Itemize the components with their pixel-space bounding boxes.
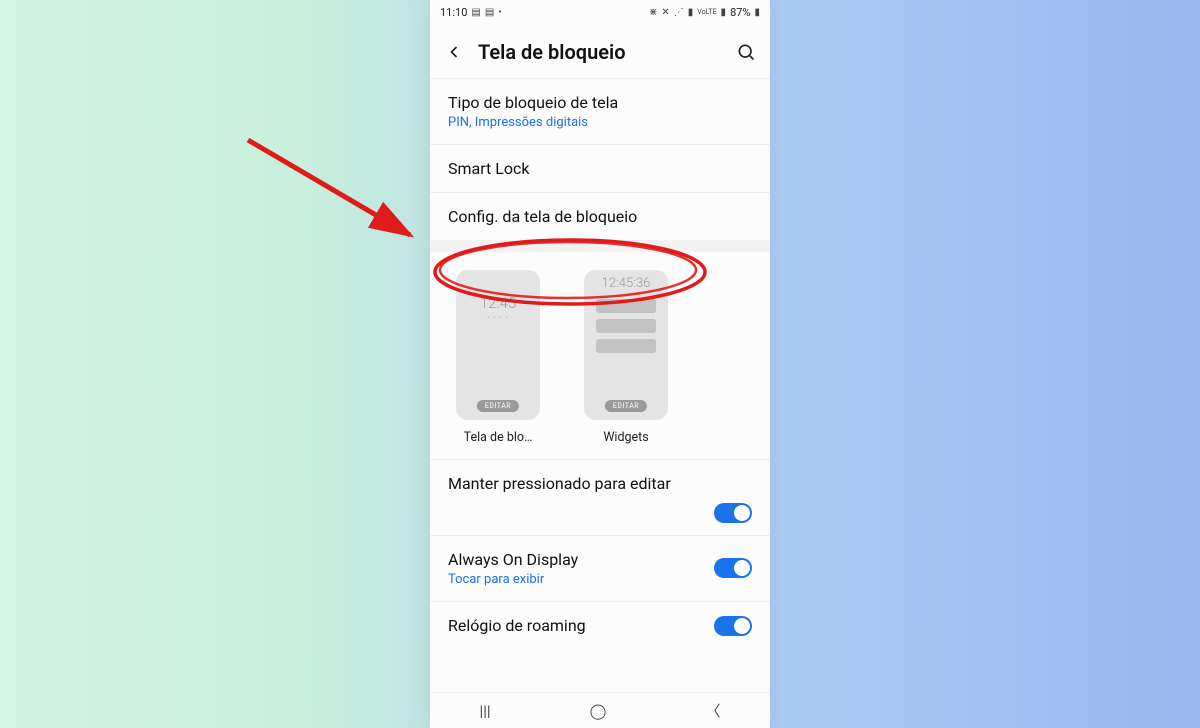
edit-badge[interactable]: EDITAR — [605, 400, 647, 412]
row-roaming-title: Relógio de roaming — [448, 616, 752, 635]
signal-icon-2: ▮ — [721, 7, 727, 18]
toggle-roaming[interactable] — [714, 616, 752, 636]
preview-section: 12:45 • • • • EDITAR Tela de blo… 12:45:… — [430, 252, 770, 459]
row-lockscreen-config-title: Config. da tela de bloqueio — [448, 207, 752, 226]
page-title: Tela de bloqueio — [478, 40, 722, 64]
row-aod-sub: Tocar para exibir — [448, 572, 752, 587]
page-header: Tela de bloqueio — [430, 22, 770, 78]
preview-lockscreen-label: Tela de blo… — [464, 430, 533, 445]
row-hold-to-edit-title: Manter pressionado para editar — [448, 474, 752, 493]
section-gap — [430, 240, 770, 252]
preview-clock-2: 12:45:36 — [602, 276, 651, 291]
battery-icon: ▮ — [754, 7, 760, 18]
nav-home-icon[interactable]: ◯ — [590, 702, 607, 720]
row-aod-title: Always On Display — [448, 550, 752, 569]
preview-dots: • • • • — [487, 314, 509, 322]
toggle-hold-to-edit[interactable] — [714, 503, 752, 523]
preview-widgets[interactable]: 12:45:36 EDITAR Widgets — [576, 270, 676, 445]
phone-frame: 11:10 ▤ ▤ • ⋇ ✕ ⋰ ▮ VoLTE ▮ 87% ▮ Tela d… — [430, 0, 770, 728]
android-navbar: ||| ◯ 〈 — [430, 692, 770, 728]
preview-clock: 12:45 — [480, 294, 516, 312]
row-lock-type[interactable]: Tipo de bloqueio de tela PIN, Impressões… — [430, 79, 770, 144]
edit-badge[interactable]: EDITAR — [477, 400, 519, 412]
row-smart-lock-title: Smart Lock — [448, 159, 752, 178]
widget-block — [596, 339, 656, 353]
status-dot-icon: • — [498, 7, 501, 18]
search-icon[interactable] — [736, 42, 756, 62]
nav-back-icon[interactable]: 〈 — [705, 700, 720, 721]
row-smart-lock[interactable]: Smart Lock — [430, 145, 770, 192]
preview-lockscreen-thumb: 12:45 • • • • EDITAR — [456, 270, 540, 420]
battery-percent: 87% — [730, 6, 750, 19]
bluetooth-icon: ⋇ — [649, 7, 657, 18]
preview-widgets-label: Widgets — [603, 430, 648, 445]
nav-recent-icon[interactable]: ||| — [480, 702, 491, 720]
preview-lockscreen[interactable]: 12:45 • • • • EDITAR Tela de blo… — [448, 270, 548, 445]
row-lock-type-sub: PIN, Impressões digitais — [448, 115, 752, 130]
annotation-arrow — [248, 140, 410, 235]
wifi-icon: ⋰ — [674, 7, 684, 18]
row-lock-type-title: Tipo de bloqueio de tela — [448, 93, 752, 112]
volte-icon: VoLTE — [697, 8, 716, 16]
widget-block — [596, 299, 656, 313]
row-hold-to-edit[interactable]: Manter pressionado para editar — [430, 460, 770, 535]
status-card-icon-2: ▤ — [485, 7, 494, 18]
row-roaming-clock[interactable]: Relógio de roaming — [430, 602, 770, 649]
toggle-aod[interactable] — [714, 558, 752, 578]
row-lockscreen-config[interactable]: Config. da tela de bloqueio — [430, 193, 770, 240]
status-bar: 11:10 ▤ ▤ • ⋇ ✕ ⋰ ▮ VoLTE ▮ 87% ▮ — [430, 0, 770, 22]
signal-icon: ▮ — [688, 7, 694, 18]
vibrate-icon: ✕ — [661, 7, 669, 18]
back-icon[interactable] — [444, 42, 464, 62]
widget-block — [596, 319, 656, 333]
status-time: 11:10 — [440, 6, 467, 19]
row-always-on-display[interactable]: Always On Display Tocar para exibir — [430, 536, 770, 601]
preview-widgets-thumb: 12:45:36 EDITAR — [584, 270, 668, 420]
status-card-icon: ▤ — [471, 7, 480, 18]
